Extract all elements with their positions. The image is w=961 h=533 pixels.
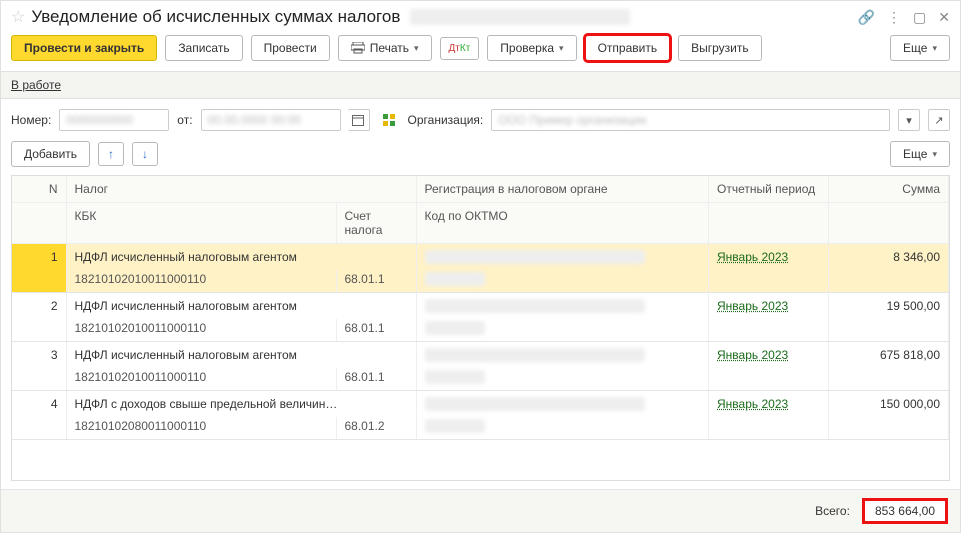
link-icon[interactable]: 🔗 xyxy=(858,9,875,26)
chevron-down-icon: ▾ xyxy=(932,149,937,160)
export-button[interactable]: Выгрузить xyxy=(678,35,762,61)
add-row-button[interactable]: Добавить xyxy=(11,141,90,167)
date-input[interactable]: 00.00.0000 00:00 xyxy=(201,109,341,131)
window-title: Уведомление об исчисленных суммах налого… xyxy=(31,7,400,27)
chevron-down-icon: ▾ xyxy=(414,43,419,54)
cell-n: 1 xyxy=(12,244,66,271)
cell-reg: xxxxxxxxxxxxxxxxxxxxxx xyxy=(416,391,709,418)
table-row[interactable]: 4НДФЛ с доходов свыше предельной величин… xyxy=(12,391,949,418)
cell-period[interactable]: Январь 2023 xyxy=(709,293,829,320)
chevron-down-icon: ▾ xyxy=(559,43,564,54)
window-restore-icon[interactable]: ▢ xyxy=(913,9,926,26)
chevron-down-icon: ▾ xyxy=(932,43,937,54)
print-button[interactable]: Печать ▾ xyxy=(338,35,432,61)
org-open-icon[interactable]: ↗ xyxy=(928,109,950,131)
cell-n: 4 xyxy=(12,391,66,418)
cell-kbk: 18210102010011000110 xyxy=(66,319,336,342)
col-header-oktmo[interactable]: Код по ОКТМО xyxy=(416,203,709,244)
cell-oktmo: xxxxxx xyxy=(416,368,709,391)
calendar-icon[interactable] xyxy=(348,109,370,131)
cell-acct: 68.01.1 xyxy=(336,368,416,391)
table-row[interactable]: 2НДФЛ исчисленный налоговым агентомxxxxx… xyxy=(12,293,949,320)
cell-tax: НДФЛ исчисленный налоговым агентом xyxy=(66,244,416,271)
table-row-sub[interactable]: 1821010201001100011068.01.1xxxxxx xyxy=(12,270,949,293)
printer-icon xyxy=(351,42,365,54)
cell-tax: НДФЛ с доходов свыше предельной величин… xyxy=(66,391,416,418)
check-label: Проверка xyxy=(500,41,554,55)
number-label: Номер: xyxy=(11,113,51,127)
move-up-button[interactable]: ↑ xyxy=(98,142,124,166)
col-header-tax[interactable]: Налог xyxy=(66,176,416,203)
cell-oktmo: xxxxxx xyxy=(416,270,709,293)
cell-reg: xxxxxxxxxxxxxxxxxxxxxx xyxy=(416,244,709,271)
table-more-label: Еще xyxy=(903,147,927,161)
table-more-button[interactable]: Еще ▾ xyxy=(890,141,950,167)
window-close-icon[interactable]: ✕ xyxy=(938,9,950,26)
check-button[interactable]: Проверка ▾ xyxy=(487,35,576,61)
post-button[interactable]: Провести xyxy=(251,35,330,61)
col-header-n[interactable]: N xyxy=(12,176,66,203)
more-button[interactable]: Еще ▾ xyxy=(890,35,950,61)
cell-oktmo: xxxxxx xyxy=(416,417,709,440)
cell-tax: НДФЛ исчисленный налоговым агентом xyxy=(66,293,416,320)
cell-kbk: 18210102010011000110 xyxy=(66,368,336,391)
send-button[interactable]: Отправить xyxy=(585,35,671,61)
favorite-star-icon[interactable]: ☆ xyxy=(11,7,25,27)
cell-period[interactable]: Январь 2023 xyxy=(709,391,829,418)
cell-acct: 68.01.1 xyxy=(336,270,416,293)
compare-icon: ДтКт xyxy=(449,43,471,54)
move-down-button[interactable]: ↓ xyxy=(132,142,158,166)
table-row[interactable]: 3НДФЛ исчисленный налоговым агентомxxxxx… xyxy=(12,342,949,369)
cell-acct: 68.01.1 xyxy=(336,319,416,342)
col-header-sum[interactable]: Сумма xyxy=(829,176,949,203)
table-row-sub[interactable]: 1821010208001100011068.01.2xxxxxx xyxy=(12,417,949,440)
tax-grid[interactable]: N Налог Регистрация в налоговом органе О… xyxy=(11,175,950,481)
org-input[interactable]: ООО Пример организации xyxy=(491,109,890,131)
save-button[interactable]: Записать xyxy=(165,35,242,61)
table-row[interactable]: 1НДФЛ исчисленный налоговым агентомxxxxx… xyxy=(12,244,949,271)
col-header-acct[interactable]: Счет налога xyxy=(336,203,416,244)
cell-reg: xxxxxxxxxxxxxxxxxxxxxx xyxy=(416,293,709,320)
org-picker-icon[interactable] xyxy=(378,109,400,131)
compare-button[interactable]: ДтКт xyxy=(440,37,480,60)
table-row-sub[interactable]: 1821010201001100011068.01.1xxxxxx xyxy=(12,368,949,391)
number-input[interactable]: 0000000000 xyxy=(59,109,169,131)
cell-sum: 19 500,00 xyxy=(829,293,949,320)
total-value: 853 664,00 xyxy=(864,500,946,522)
cell-n: 3 xyxy=(12,342,66,369)
table-row-sub[interactable]: 1821010201001100011068.01.1xxxxxx xyxy=(12,319,949,342)
cell-n: 2 xyxy=(12,293,66,320)
post-and-close-button[interactable]: Провести и закрыть xyxy=(11,35,157,61)
col-header-reg[interactable]: Регистрация в налоговом органе xyxy=(416,176,709,203)
more-label: Еще xyxy=(903,41,927,55)
cell-period[interactable]: Январь 2023 xyxy=(709,342,829,369)
total-label: Всего: xyxy=(815,504,850,518)
cell-reg: xxxxxxxxxxxxxxxxxxxxxx xyxy=(416,342,709,369)
cell-sum: 150 000,00 xyxy=(829,391,949,418)
status-link[interactable]: В работе xyxy=(11,78,61,92)
cell-sum: 8 346,00 xyxy=(829,244,949,271)
print-label: Печать xyxy=(370,41,409,55)
org-label: Организация: xyxy=(408,113,484,127)
cell-kbk: 18210102080011000110 xyxy=(66,417,336,440)
from-label: от: xyxy=(177,113,192,127)
cell-acct: 68.01.2 xyxy=(336,417,416,440)
org-dropdown-icon[interactable]: ▾ xyxy=(898,109,920,131)
cell-kbk: 18210102010011000110 xyxy=(66,270,336,293)
col-header-kbk[interactable]: КБК xyxy=(66,203,336,244)
kebab-menu-icon[interactable]: ⋮ xyxy=(887,9,901,26)
cell-tax: НДФЛ исчисленный налоговым агентом xyxy=(66,342,416,369)
cell-sum: 675 818,00 xyxy=(829,342,949,369)
title-blurred-suffix xyxy=(410,9,630,25)
cell-oktmo: xxxxxx xyxy=(416,319,709,342)
cell-period[interactable]: Январь 2023 xyxy=(709,244,829,271)
col-header-period[interactable]: Отчетный период xyxy=(709,176,829,203)
